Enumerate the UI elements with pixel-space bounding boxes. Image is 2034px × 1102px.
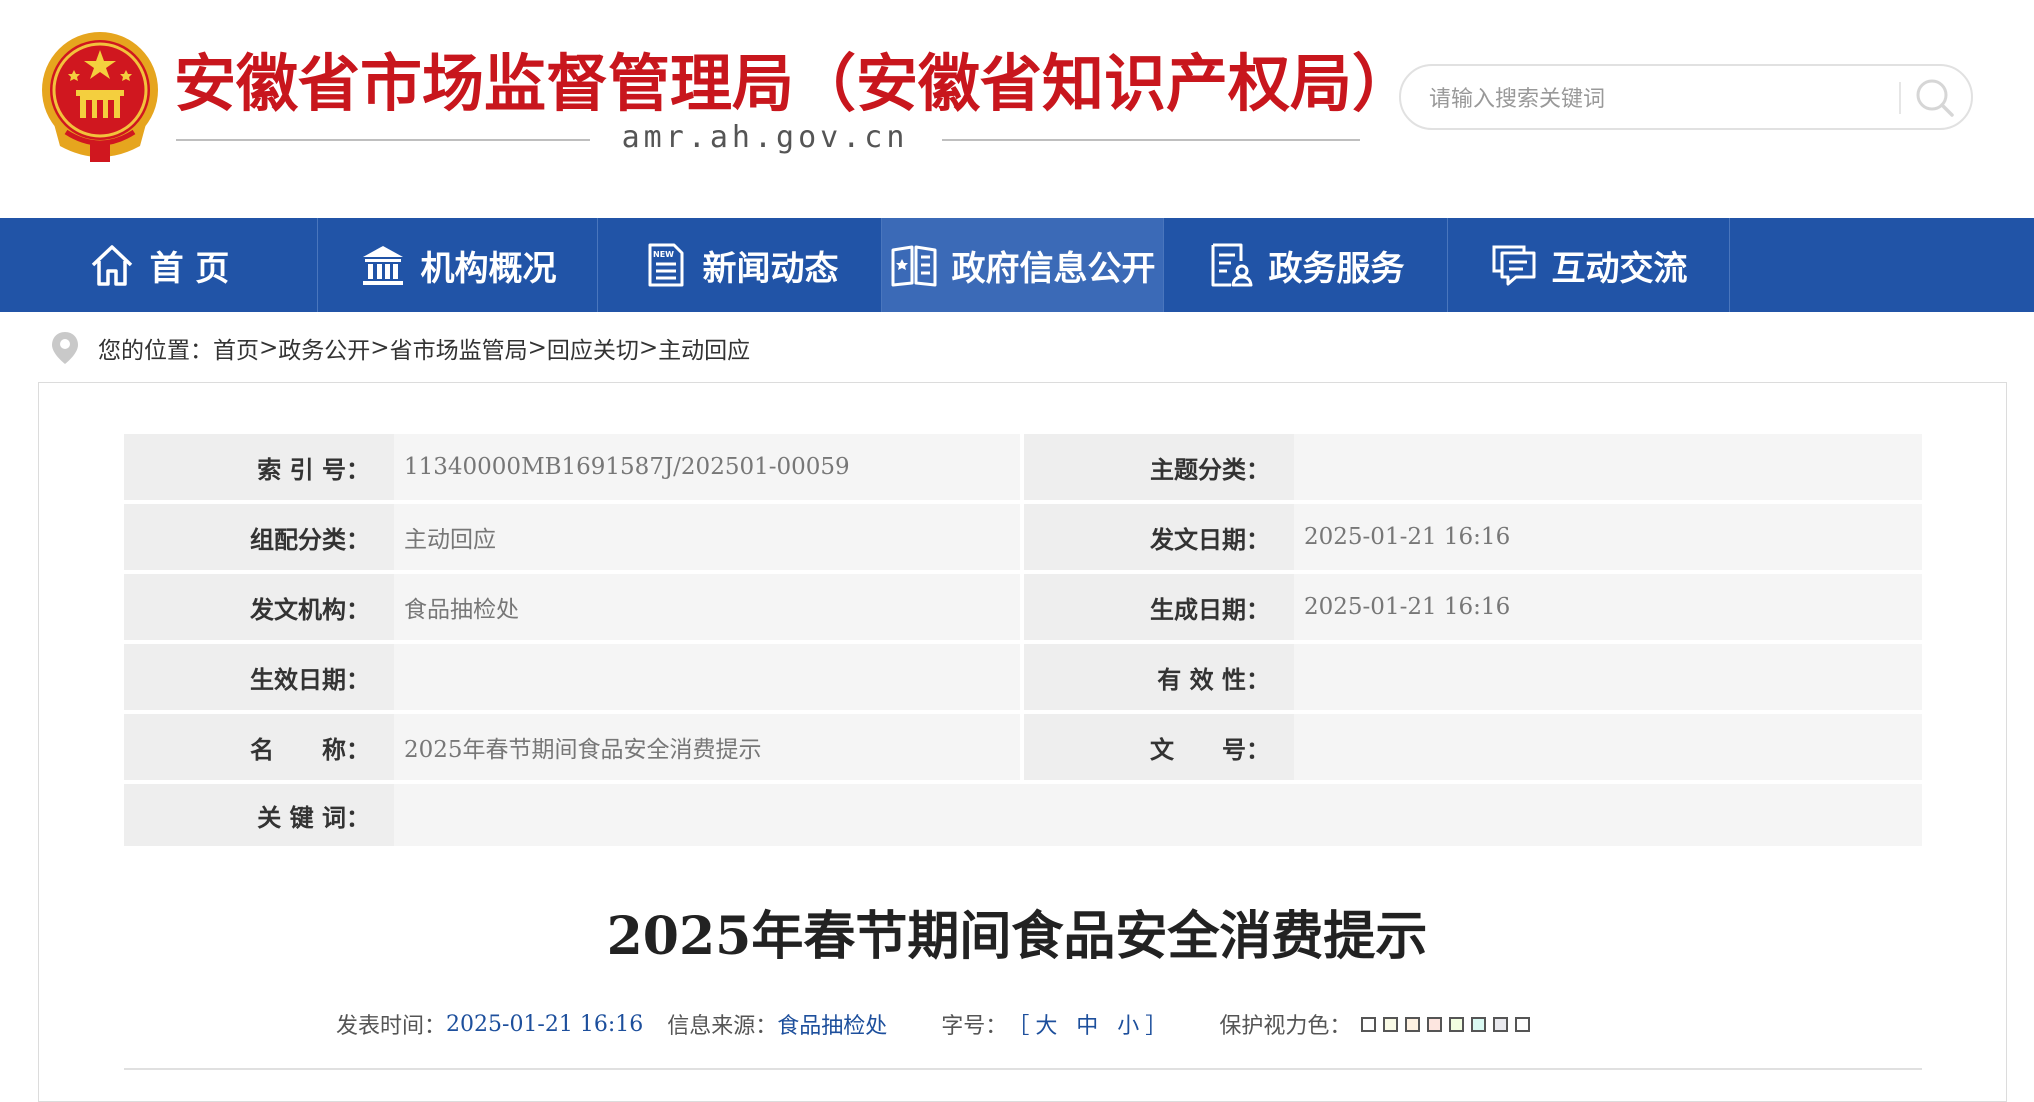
breadcrumb-item-active-response[interactable]: 主动回应 — [658, 331, 750, 365]
topic-value — [1294, 434, 1922, 504]
breadcrumb-separator: > — [370, 335, 390, 361]
eye-color-swatch[interactable] — [1427, 1016, 1443, 1032]
issue-date-value: 2025-01-21 16:16 — [1294, 504, 1922, 574]
main-nav: 首 页 机构概况 NEW 新闻动态 政府信息公开 政务服务 互动交流 — [0, 218, 2034, 312]
effective-date-label: 生效日期： — [124, 644, 394, 714]
nav-item-home[interactable]: 首 页 — [0, 218, 318, 312]
breadcrumb: 您的位置： 首页 > 政务公开 > 省市场监管局 > 回应关切 > 主动回应 — [50, 328, 750, 368]
eye-color-swatch[interactable] — [1515, 1016, 1531, 1032]
font-size-switcher[interactable]: ［大 中 小］ — [1007, 1008, 1173, 1040]
eye-color-label: 保护视力色： — [1219, 1014, 1352, 1039]
content-divider — [124, 1068, 1922, 1070]
nav-label-services: 政务服务 — [1268, 248, 1405, 289]
metadata-row: 生效日期： 有 效 性： — [124, 644, 1922, 714]
breadcrumb-item-bureau[interactable]: 省市场监管局 — [390, 331, 528, 365]
chat-icon — [1492, 245, 1535, 286]
effective-date-value — [394, 644, 1020, 714]
issue-date-label: 发文日期： — [1024, 504, 1294, 574]
publish-time-label: 发表时间： — [336, 1014, 447, 1039]
svg-text:NEW: NEW — [653, 250, 674, 259]
service-icon — [1211, 243, 1252, 287]
nav-label-about: 机构概况 — [420, 248, 557, 289]
title-divider-left — [176, 139, 590, 141]
nav-item-news[interactable]: NEW 新闻动态 — [598, 218, 882, 312]
topic-label: 主题分类： — [1024, 434, 1294, 504]
national-emblem-icon[interactable] — [36, 28, 164, 164]
eye-color-swatch[interactable] — [1383, 1016, 1399, 1032]
nav-label-news: 新闻动态 — [702, 248, 839, 289]
group-label: 组配分类： — [124, 504, 394, 574]
source-value[interactable]: 食品抽检处 — [777, 1008, 887, 1040]
metadata-row: 关 键 词： — [124, 784, 1922, 850]
metadata-row: 索 引 号： 11340000MB1691587J/202501-00059 主… — [124, 434, 1922, 504]
issuer-label: 发文机构： — [124, 574, 394, 644]
eye-color-swatch[interactable] — [1405, 1016, 1421, 1032]
metadata-row: 发文机构： 食品抽检处 生成日期： 2025-01-21 16:16 — [124, 574, 1922, 644]
name-value: 2025年春节期间食品安全消费提示 — [394, 714, 1020, 784]
title-divider-right — [942, 139, 1360, 141]
breadcrumb-item-gov-affairs[interactable]: 政务公开 — [278, 331, 370, 365]
eye-color-swatch[interactable] — [1493, 1016, 1509, 1032]
site-title[interactable]: 安徽省市场监督管理局（安徽省知识产权局） — [174, 44, 1414, 124]
created-date-label: 生成日期： — [1024, 574, 1294, 644]
site-domain: amr.ah.gov.cn — [621, 120, 909, 155]
building-icon — [362, 246, 403, 285]
eye-color-swatch[interactable] — [1361, 1016, 1377, 1032]
site-header: 安徽省市场监督管理局（安徽省知识产权局） amr.ah.gov.cn — [0, 0, 2034, 218]
search-icon[interactable] — [1911, 74, 1959, 122]
name-label: 名 称： — [124, 714, 394, 784]
publish-time-value: 2025-01-21 16:16 — [446, 1011, 644, 1037]
nav-label-gov-info: 政府信息公开 — [951, 248, 1156, 289]
index-no-value: 11340000MB1691587J/202501-00059 — [394, 434, 1020, 504]
eye-color-swatch[interactable] — [1449, 1016, 1465, 1032]
search-input[interactable] — [1427, 80, 1901, 118]
news-icon: NEW — [648, 243, 683, 287]
metadata-table: 索 引 号： 11340000MB1691587J/202501-00059 主… — [124, 434, 1922, 850]
keywords-value — [394, 784, 1922, 850]
nav-item-services[interactable]: 政务服务 — [1164, 218, 1448, 312]
breadcrumb-separator: > — [527, 335, 547, 361]
open-book-icon — [891, 245, 936, 287]
eye-color-swatches — [1361, 1016, 1531, 1032]
breadcrumb-separator: > — [638, 335, 659, 361]
breadcrumb-item-home[interactable]: 首页 — [213, 331, 259, 365]
article-title: 2025年春节期间食品安全消费提示 — [606, 906, 1428, 967]
metadata-row: 组配分类： 主动回应 发文日期： 2025-01-21 16:16 — [124, 504, 1922, 574]
nav-item-interaction[interactable]: 互动交流 — [1448, 218, 1730, 312]
nav-label-home: 首 页 — [149, 248, 230, 289]
nav-label-interaction: 互动交流 — [1551, 248, 1688, 289]
search-box — [1399, 64, 1973, 130]
font-size-label: 字号： — [941, 1014, 1008, 1039]
breadcrumb-separator: > — [259, 335, 279, 361]
source-label: 信息来源： — [667, 1014, 778, 1039]
breadcrumb-item-response[interactable]: 回应关切 — [547, 331, 639, 365]
keywords-label: 关 键 词： — [124, 784, 394, 850]
nav-item-about[interactable]: 机构概况 — [318, 218, 598, 312]
validity-value — [1294, 644, 1922, 714]
article-meta-bar: 发表时间： 2025-01-21 16:16 信息来源： 食品抽检处 字号： ［… — [336, 1006, 1531, 1042]
validity-label: 有 效 性： — [1024, 644, 1294, 714]
index-no-label: 索 引 号： — [124, 434, 394, 504]
eye-color-swatch[interactable] — [1471, 1016, 1487, 1032]
metadata-row: 名 称： 2025年春节期间食品安全消费提示 文 号： — [124, 714, 1922, 784]
group-value: 主动回应 — [394, 504, 1020, 574]
issuer-value: 食品抽检处 — [394, 574, 1020, 644]
home-icon — [91, 245, 132, 286]
doc-no-label: 文 号： — [1024, 714, 1294, 784]
location-pin-icon — [52, 332, 78, 364]
breadcrumb-prefix: 您的位置： — [98, 338, 213, 364]
search-divider — [1899, 82, 1901, 114]
created-date-value: 2025-01-21 16:16 — [1294, 574, 1922, 644]
nav-item-gov-info[interactable]: 政府信息公开 — [882, 218, 1164, 312]
doc-no-value — [1294, 714, 1922, 784]
